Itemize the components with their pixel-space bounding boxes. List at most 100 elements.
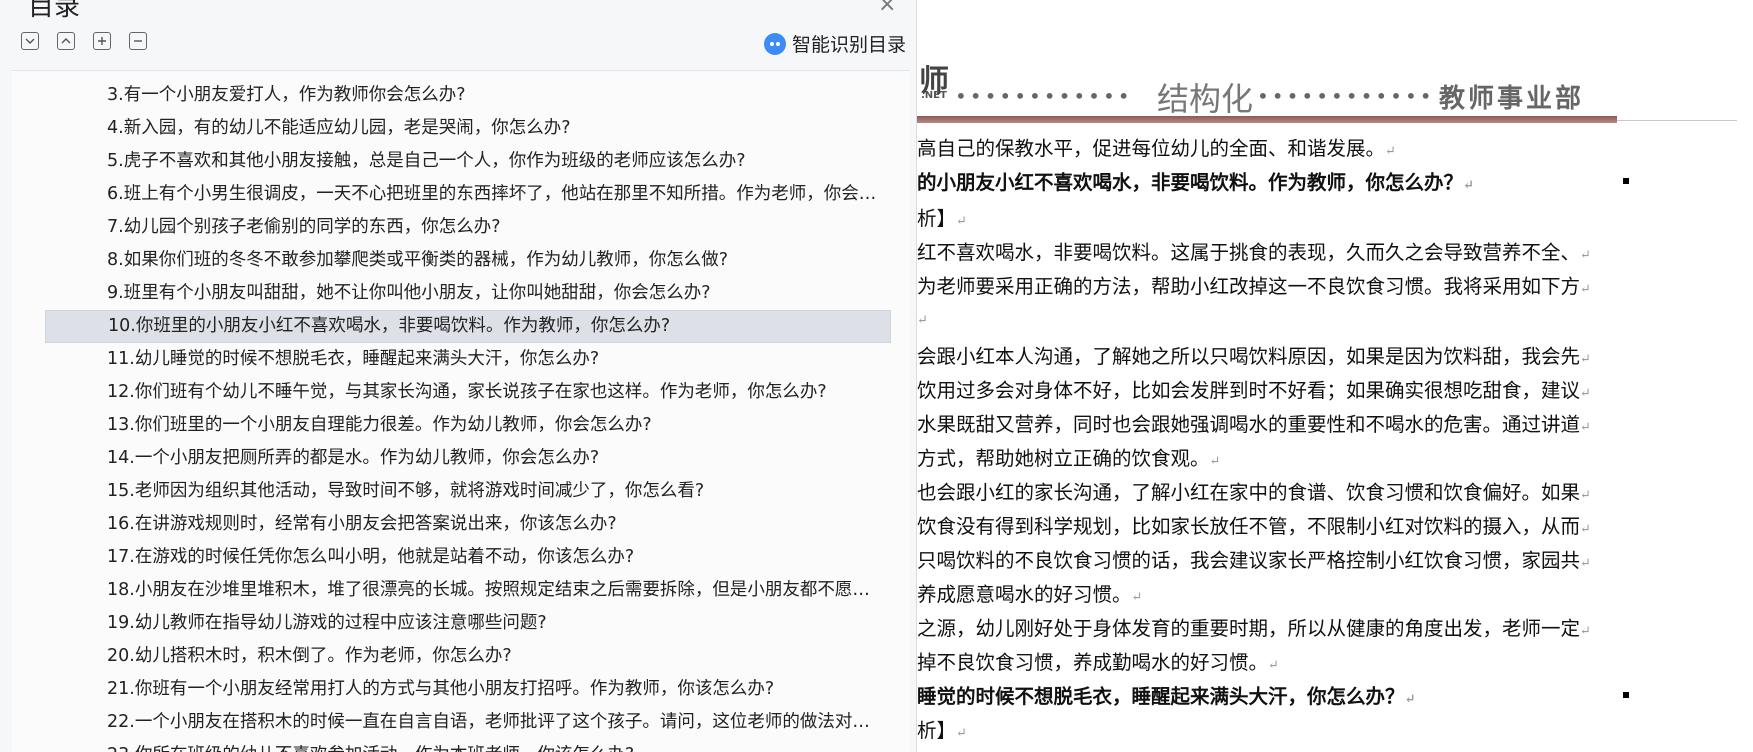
header-right-text: 教师事业部 [1439, 84, 1585, 114]
remove-heading-icon [134, 40, 142, 42]
toc-item[interactable]: 11.幼儿睡觉的时候不想脱毛衣，睡醒起来满头大汗，你怎么办? [45, 343, 891, 376]
doc-text-line: ↵ [917, 306, 928, 329]
paragraph-mark: ↵ [1580, 624, 1591, 639]
paragraph-mark: ↵ [1463, 178, 1474, 193]
toc-item[interactable]: 15.老师因为组织其他活动，导致时间不够，就将游戏时间减少了，你怎么看? [45, 475, 891, 508]
toc-item[interactable]: 4.新入园，有的幼儿不能适应幼儿园，老是哭闹，你怎么办? [45, 112, 891, 145]
doc-heading-line: 睡觉的时候不想脱毛衣，睡醒起来满头大汗，你怎么办？↵ [917, 680, 1415, 709]
doc-line-text: 红不喜欢喝水，非要喝饮料。这属于挑食的表现，久而久之会导致营养不全、 [917, 241, 1581, 264]
doc-line-text: 的小朋友小红不喜欢喝水，非要喝饮料。作为教师，你怎么办？ [917, 171, 1464, 194]
toc-item[interactable]: 14.一个小朋友把厕所弄的都是水。作为幼儿教师，你会怎么办? [45, 442, 891, 475]
doc-text-line: 之源，幼儿刚好处于身体发育的重要时期，所以从健康的角度出发，老师一定↵ [917, 612, 1591, 641]
collapse-all-button[interactable] [21, 32, 39, 50]
expand-all-icon [61, 38, 71, 44]
doc-text-line: 只喝饮料的不良饮食习惯的话，我会建议家长严格控制小红饮食习惯，家园共↵ [917, 544, 1591, 573]
doc-line-text: 析】 [917, 207, 957, 230]
paragraph-mark: ↵ [956, 726, 967, 741]
toc-item[interactable]: 13.你们班里的一个小朋友自理能力很差。作为幼儿教师，你会怎么办? [45, 409, 891, 442]
toc-item[interactable]: 22.一个小朋友在搭积木的时候一直在自言自语，老师批评了这个孩子。请问，这位老师… [45, 706, 891, 739]
doc-text-line: 为老师要采用正确的方法，帮助小红改掉这一不良饮食习惯。我将采用如下方↵ [917, 270, 1591, 299]
paragraph-mark: ↵ [1580, 386, 1591, 401]
header-line [1617, 120, 1737, 121]
doc-text-line: 红不喜欢喝水，非要喝饮料。这属于挑食的表现，久而久之会导致营养不全、↵ [917, 236, 1591, 265]
doc-line-text: 掉不良饮食习惯，养成勤喝水的好习惯。 [917, 651, 1269, 674]
header-dots-right: •••••••••••• [1257, 84, 1435, 108]
toc-panel: 目录 × 智能识别目录 3.有一个小朋友爱打人，作为教师你会怎么办? 4.新入园，… [0, 0, 917, 752]
doc-text-line: 析】↵ [917, 202, 967, 231]
toc-title: 目录 [28, 0, 81, 22]
doc-line-text: 睡觉的时候不想脱毛衣，睡醒起来满头大汗，你怎么办？ [917, 685, 1405, 708]
paragraph-mark: ↵ [1209, 454, 1221, 469]
doc-line-text: 方式，帮助她树立正确的饮食观。 [917, 447, 1210, 470]
smart-toc-button[interactable]: 智能识别目录 [763, 30, 906, 57]
paragraph-mark: ↵ [1580, 282, 1591, 297]
doc-line-text: 养成愿意喝水的好习惯。 [917, 583, 1132, 606]
header-logo-sub: .NET [921, 90, 947, 101]
toc-item[interactable]: 16.在讲游戏规则时，经常有小朋友会把答案说出来，你该怎么办? [45, 508, 891, 541]
toc-item[interactable]: 18.小朋友在沙堆里堆积木，堆了很漂亮的长城。按照规定结束之后需要拆除，但是小朋… [45, 574, 891, 607]
heading-marker-icon [1623, 178, 1629, 184]
toc-item[interactable]: 17.在游戏的时候任凭你怎么叫小明，他就是站着不动，你该怎么办? [45, 541, 891, 574]
toc-list-container: 3.有一个小朋友爱打人，作为教师你会怎么办? 4.新入园，有的幼儿不能适应幼儿园，… [12, 70, 910, 752]
close-button[interactable]: × [878, 0, 896, 17]
paragraph-mark: ↵ [1580, 248, 1591, 263]
doc-text-line: 析】↵ [917, 714, 967, 743]
toc-item[interactable]: 5.虎子不喜欢和其他小朋友接触，总是自己一个人，你作为班级的老师应该怎么办? [45, 145, 891, 178]
add-heading-icon [98, 37, 106, 45]
toc-item[interactable]: 6.班上有个小男生很调皮，一天不心把班里的东西摔坏了，他站在那里不知所措。作为老… [45, 178, 891, 211]
add-heading-button[interactable] [93, 32, 111, 50]
paragraph-mark: ↵ [956, 214, 967, 229]
toc-item[interactable]: 12.你们班有个幼儿不睡午觉，与其家长沟通，家长说孩子在家也这样。作为老师，你怎… [45, 376, 891, 409]
doc-line-text: 为老师要采用正确的方法，帮助小红改掉这一不良饮食习惯。我将采用如下方 [917, 275, 1581, 298]
paragraph-mark: ↵ [1580, 420, 1591, 435]
doc-text-line: 饮食没有得到科学规划，比如家长放任不管，不限制小红对饮料的摄入，从而↵ [917, 510, 1591, 539]
doc-text-line: 饮用过多会对身体不好，比如会发胖到时不好看；如果确实很想吃甜食，建议↵ [917, 374, 1591, 403]
paragraph-mark: ↵ [1580, 488, 1591, 503]
toc-item[interactable]: 23.你所在班级的幼儿不喜欢参加活动，作为本班老师，你该怎么办? [45, 739, 891, 752]
toc-item[interactable]: 19.幼儿教师在指导幼儿游戏的过程中应该注意哪些问题? [45, 607, 891, 640]
toc-item[interactable]: 7.幼儿园个别孩子老偷别的同学的东西，你怎么办? [45, 211, 891, 244]
doc-line-text: 析】 [917, 719, 957, 742]
doc-text-line: 也会跟小红的家长沟通，了解小红在家中的食谱、饮食习惯和饮食偏好。如果↵ [917, 476, 1591, 505]
paragraph-mark: ↵ [1580, 352, 1591, 367]
header-dots-left: •••••••••••• [955, 84, 1133, 108]
doc-line-text: 饮用过多会对身体不好，比如会发胖到时不好看；如果确实很想吃甜食，建议 [917, 379, 1581, 402]
paragraph-mark: ↵ [1580, 522, 1591, 537]
doc-line-text: 饮食没有得到科学规划，比如家长放任不管，不限制小红对饮料的摄入，从而 [917, 515, 1581, 538]
doc-line-text: 也会跟小红的家长沟通，了解小红在家中的食谱、饮食习惯和饮食偏好。如果 [917, 481, 1581, 504]
header-center-text: 结构化 [1157, 80, 1254, 118]
doc-text-line: 高自己的保教水平，促进每位幼儿的全面、和谐发展。↵ [917, 132, 1396, 161]
toc-item[interactable]: 20.幼儿搭积木时，积木倒了。作为老师，你怎么办? [45, 640, 891, 673]
doc-text-line: 水果既甜又营养，同时也会跟她强调喝水的重要性和不喝水的危害。通过讲道↵ [917, 408, 1591, 437]
paragraph-mark: ↵ [1385, 144, 1396, 159]
toc-item[interactable]: 21.你班有一个小朋友经常用打人的方式与其他小朋友打招呼。作为教师，你该怎么办? [45, 673, 891, 706]
expand-all-button[interactable] [57, 32, 75, 50]
doc-line-text: 水果既甜又营养，同时也会跟她强调喝水的重要性和不喝水的危害。通过讲道 [917, 413, 1581, 436]
paragraph-mark: ↵ [1580, 556, 1591, 571]
header-bar [917, 116, 1617, 123]
toc-item[interactable]: 8.如果你们班的冬冬不敢参加攀爬类或平衡类的器械，作为幼儿教师，你怎么做? [45, 244, 891, 277]
doc-text-line: 掉不良饮食习惯，养成勤喝水的好习惯。↵ [917, 646, 1279, 675]
paragraph-mark: ↵ [1268, 658, 1279, 673]
remove-heading-button[interactable] [129, 32, 147, 50]
heading-marker-icon [1623, 692, 1629, 698]
doc-text-line: 方式，帮助她树立正确的饮食观。↵ [917, 442, 1220, 471]
doc-line-text: 只喝饮料的不良饮食习惯的话，我会建议家长严格控制小红饮食习惯，家园共 [917, 549, 1581, 572]
doc-line-text: 会跟小红本人沟通，了解她之所以只喝饮料原因，如果是因为饮料甜，我会先 [917, 345, 1581, 368]
toc-item[interactable]: 3.有一个小朋友爱打人，作为教师你会怎么办? [45, 79, 891, 112]
ai-assistant-icon [763, 32, 786, 55]
doc-text-line: 养成愿意喝水的好习惯。↵ [917, 578, 1142, 607]
doc-line-text: 之源，幼儿刚好处于身体发育的重要时期，所以从健康的角度出发，老师一定 [917, 617, 1581, 640]
doc-line-text: 高自己的保教水平，促进每位幼儿的全面、和谐发展。 [917, 137, 1386, 160]
paragraph-mark: ↵ [917, 313, 928, 328]
toc-list: 3.有一个小朋友爱打人，作为教师你会怎么办? 4.新入园，有的幼儿不能适应幼儿园，… [12, 79, 892, 752]
document-page: 师 .NET •••••••••••• 结构化 •••••••••••• 教师事… [917, 0, 1753, 752]
toc-item[interactable]: 9.班里有个小朋友叫甜甜，她不让你叫他小朋友，让你叫她甜甜，你会怎么办? [45, 277, 891, 310]
doc-heading-line: 的小朋友小红不喜欢喝水，非要喝饮料。作为教师，你怎么办？↵ [917, 166, 1474, 195]
paragraph-mark: ↵ [1404, 692, 1416, 707]
collapse-all-icon [25, 38, 35, 44]
paragraph-mark: ↵ [1131, 590, 1143, 605]
doc-text-line: 会跟小红本人沟通，了解她之所以只喝饮料原因，如果是因为饮料甜，我会先↵ [917, 340, 1591, 369]
toc-item[interactable]: 10.你班里的小朋友小红不喜欢喝水，非要喝饮料。作为教师，你怎么办? [45, 310, 891, 343]
smart-toc-label: 智能识别目录 [791, 34, 906, 56]
